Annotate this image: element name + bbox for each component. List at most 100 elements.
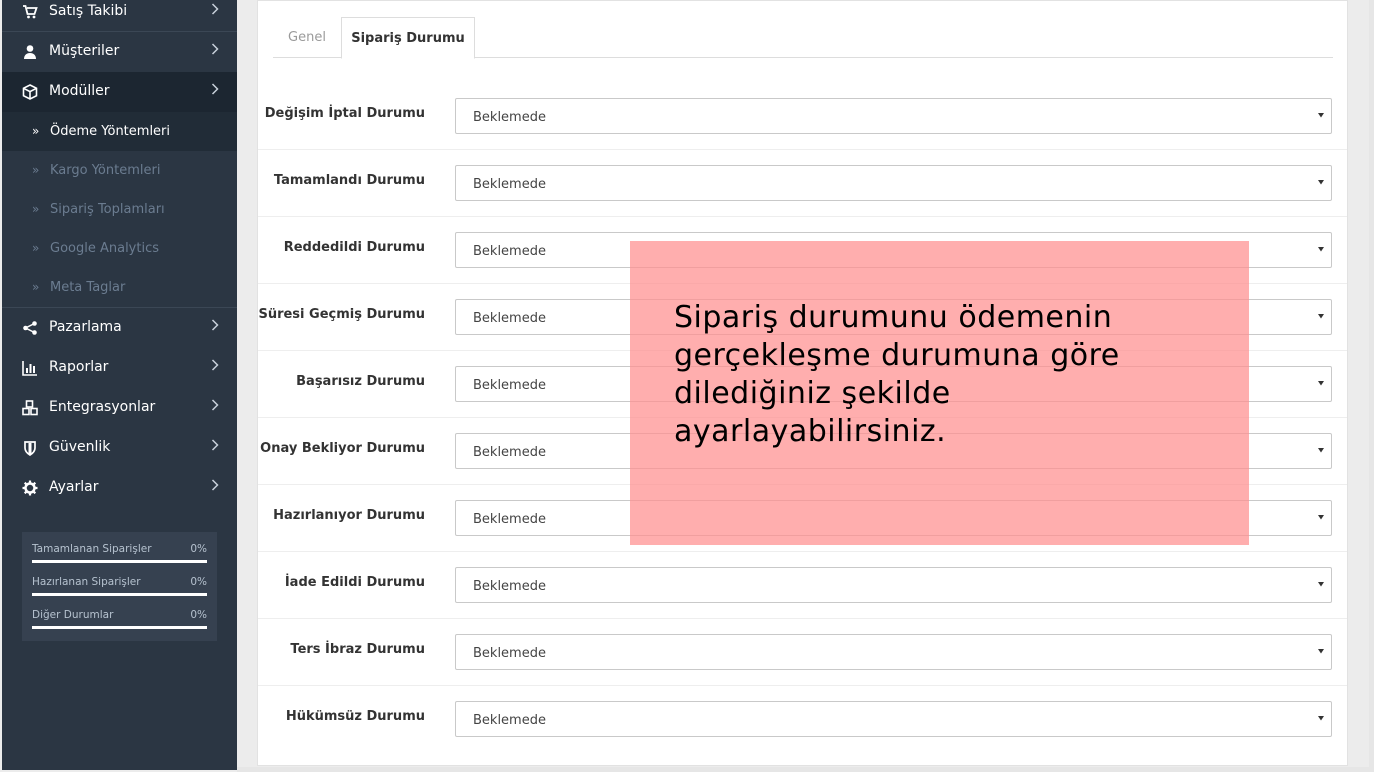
select-value: Beklemede	[473, 445, 546, 460]
sidebar-item-ayarlar[interactable]: Ayarlar	[2, 468, 237, 508]
chevron-right-icon	[211, 318, 219, 332]
sidebar-item-entegrasyonlar[interactable]: Entegrasyonlar	[2, 388, 237, 428]
stat-completed-orders: Tamamlanan Siparişler 0%	[32, 543, 207, 563]
field-label: Hükümsüz Durumu	[285, 709, 425, 724]
status-select[interactable]: Beklemede	[455, 634, 1332, 670]
cart-icon	[22, 4, 38, 20]
cubes-icon	[22, 400, 38, 416]
tab-genel[interactable]: Genel	[273, 17, 341, 58]
field-label: Süresi Geçmiş Durumu	[258, 307, 425, 322]
stat-label: Diğer Durumlar	[32, 609, 114, 621]
sidebar-item-pazarlama[interactable]: Pazarlama	[2, 308, 237, 348]
sidebar-item-musteriler[interactable]: Müşteriler	[2, 32, 237, 72]
sidebar-item-label: Müşteriler	[49, 43, 120, 59]
form-row: Ters İbraz Durumu Beklemede	[258, 619, 1347, 686]
caret-down-icon	[1317, 647, 1325, 655]
stat-label: Hazırlanan Siparişler	[32, 576, 141, 588]
stat-preparing-orders: Hazırlanan Siparişler 0%	[32, 576, 207, 596]
select-value: Beklemede	[473, 177, 546, 192]
field-label: İade Edildi Durumu	[284, 575, 425, 590]
stat-progress-bar	[32, 593, 207, 596]
field-label: Hazırlanıyor Durumu	[273, 508, 425, 523]
sidebar-item-satis-takibi[interactable]: Satış Takibi	[2, 0, 237, 31]
select-value: Beklemede	[473, 244, 546, 259]
caret-down-icon	[1317, 178, 1325, 186]
caret-down-icon	[1317, 312, 1325, 320]
status-select[interactable]: Beklemede	[455, 165, 1332, 201]
select-value: Beklemede	[473, 378, 546, 393]
overlay-message: Sipariş durumunu ödemenin gerçekleşme du…	[674, 300, 1120, 449]
caret-down-icon	[1317, 714, 1325, 722]
double-chevron-icon: »	[32, 124, 40, 138]
select-value: Beklemede	[473, 579, 546, 594]
sidebar-subitem-label: Ödeme Yöntemleri	[50, 124, 171, 139]
stat-percent: 0%	[190, 576, 207, 588]
field-label: Değişim İptal Durumu	[264, 106, 425, 121]
tab-siparis-durumu[interactable]: Sipariş Durumu	[341, 17, 475, 59]
sidebar-item-label: Raporlar	[49, 359, 109, 375]
sidebar-subitem-odeme-yontemleri[interactable]: » Ödeme Yöntemleri	[2, 112, 237, 151]
status-select[interactable]: Beklemede	[455, 567, 1332, 603]
stat-progress-bar	[32, 626, 207, 629]
double-chevron-icon: »	[32, 202, 40, 216]
cube-icon	[22, 84, 38, 100]
caret-down-icon	[1317, 111, 1325, 119]
select-value: Beklemede	[473, 110, 546, 125]
sidebar-item-label: Modüller	[49, 83, 110, 99]
caret-down-icon	[1317, 379, 1325, 387]
chevron-right-icon	[211, 398, 219, 412]
sidebar-item-moduller[interactable]: Modüller	[2, 72, 237, 112]
window-edge	[1369, 0, 1374, 772]
sidebar-subitem-label: Google Analytics	[50, 241, 160, 256]
field-label: Tamamlandı Durumu	[273, 173, 425, 188]
sidebar-subitem-label: Sipariş Toplamları	[50, 202, 165, 217]
shield-icon	[22, 440, 38, 456]
chevron-right-icon	[211, 42, 219, 56]
select-value: Beklemede	[473, 311, 546, 326]
select-value: Beklemede	[473, 512, 546, 527]
double-chevron-icon: »	[32, 163, 40, 177]
chevron-right-icon	[211, 478, 219, 492]
field-label: Onay Bekliyor Durumu	[260, 441, 425, 456]
sidebar: Satış Takibi Müşteriler Modüller » Ödeme…	[2, 0, 237, 770]
status-select[interactable]: Beklemede	[455, 701, 1332, 737]
double-chevron-icon: »	[32, 241, 40, 255]
status-select[interactable]: Beklemede	[455, 98, 1332, 134]
field-label: Reddedildi Durumu	[283, 240, 425, 255]
share-icon	[22, 320, 38, 336]
tab-bar: Genel Sipariş Durumu	[273, 17, 1333, 59]
sidebar-item-label: Ayarlar	[49, 479, 99, 495]
field-label: Ters İbraz Durumu	[290, 642, 425, 657]
stat-percent: 0%	[190, 543, 207, 555]
caret-down-icon	[1317, 580, 1325, 588]
stat-percent: 0%	[190, 609, 207, 621]
sidebar-submenu: » Ödeme Yöntemleri » Kargo Yöntemleri » …	[2, 112, 237, 307]
form-row: Değişim İptal Durumu Beklemede	[258, 83, 1347, 150]
sidebar-subitem-meta-taglar[interactable]: » Meta Taglar	[2, 268, 237, 307]
chevron-right-icon	[211, 82, 219, 96]
bar-chart-icon	[22, 360, 38, 376]
caret-down-icon	[1317, 446, 1325, 454]
sidebar-subitem-kargo-yontemleri[interactable]: » Kargo Yöntemleri	[2, 151, 237, 190]
sidebar-subitem-label: Kargo Yöntemleri	[50, 163, 161, 178]
form-row: İade Edildi Durumu Beklemede	[258, 552, 1347, 619]
field-label: Başarısız Durumu	[296, 374, 425, 389]
sidebar-subitem-siparis-toplamlari[interactable]: » Sipariş Toplamları	[2, 190, 237, 229]
window-edge	[237, 767, 1374, 772]
sidebar-item-label: Entegrasyonlar	[49, 399, 156, 415]
sidebar-item-guvenlik[interactable]: Güvenlik	[2, 428, 237, 468]
app-window: Satış Takibi Müşteriler Modüller » Ödeme…	[0, 0, 1374, 772]
sidebar-item-raporlar[interactable]: Raporlar	[2, 348, 237, 388]
form-row: Hükümsüz Durumu Beklemede	[258, 686, 1347, 753]
stat-progress-bar	[32, 560, 207, 563]
sidebar-subitem-label: Meta Taglar	[50, 280, 126, 295]
stat-label: Tamamlanan Siparişler	[32, 543, 152, 555]
select-value: Beklemede	[473, 713, 546, 728]
form-row: Tamamlandı Durumu Beklemede	[258, 150, 1347, 217]
chevron-right-icon	[211, 358, 219, 372]
select-value: Beklemede	[473, 646, 546, 661]
caret-down-icon	[1317, 513, 1325, 521]
sidebar-subitem-google-analytics[interactable]: » Google Analytics	[2, 229, 237, 268]
sidebar-item-label: Satış Takibi	[49, 3, 128, 19]
chevron-right-icon	[211, 2, 219, 16]
